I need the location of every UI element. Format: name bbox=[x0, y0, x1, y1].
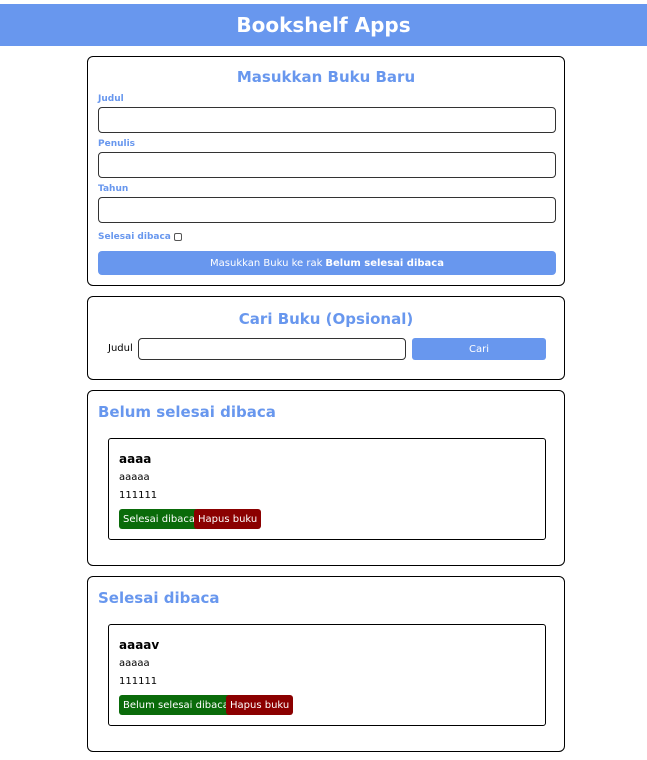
app-title: Bookshelf Apps bbox=[236, 13, 411, 37]
app-header: Bookshelf Apps bbox=[0, 4, 647, 46]
book-item: aaaa aaaaa 111111 Selesai dibaca Hapus b… bbox=[108, 438, 546, 540]
search-book-card: Cari Buku (Opsional) Judul Cari bbox=[87, 296, 565, 380]
tahun-label: Tahun bbox=[98, 184, 129, 194]
judul-input[interactable] bbox=[98, 107, 556, 133]
book-item: aaaav aaaaa 111111 Belum selesai dibaca … bbox=[108, 624, 546, 726]
search-judul-label: Judul bbox=[108, 343, 133, 354]
mark-incomplete-button[interactable]: Belum selesai dibaca bbox=[119, 695, 233, 715]
search-button[interactable]: Cari bbox=[412, 338, 546, 360]
delete-book-button[interactable]: Hapus buku bbox=[194, 509, 262, 529]
selesai-dibaca-label: Selesai dibaca bbox=[98, 232, 171, 242]
input-book-card: Masukkan Buku Baru Judul Penulis Tahun S… bbox=[87, 56, 565, 286]
submit-book-button[interactable]: Masukkan Buku ke rak Belum selesai dibac… bbox=[98, 251, 556, 275]
book-year: 111111 bbox=[119, 490, 158, 501]
input-form-title: Masukkan Buku Baru bbox=[236, 68, 416, 86]
delete-book-button[interactable]: Hapus buku bbox=[226, 695, 294, 715]
penulis-input[interactable] bbox=[98, 152, 556, 178]
book-title: aaaa bbox=[119, 452, 152, 466]
mark-complete-button[interactable]: Selesai dibaca bbox=[119, 509, 199, 529]
book-author: aaaaa bbox=[119, 472, 150, 483]
search-title: Cari Buku (Opsional) bbox=[238, 310, 414, 328]
search-input[interactable] bbox=[138, 338, 406, 360]
book-author: aaaaa bbox=[119, 658, 150, 669]
submit-prefix-text: Masukkan Buku ke rak bbox=[210, 257, 323, 269]
submit-shelf-text: Belum selesai dibaca bbox=[325, 257, 444, 269]
book-year: 111111 bbox=[119, 676, 158, 687]
incomplete-shelf-card: Belum selesai dibaca aaaa aaaaa 111111 S… bbox=[87, 390, 565, 566]
complete-shelf-card: Selesai dibaca aaaav aaaaa 111111 Belum … bbox=[87, 576, 565, 752]
incomplete-shelf-title: Belum selesai dibaca bbox=[98, 403, 276, 421]
selesai-dibaca-checkbox[interactable] bbox=[174, 233, 182, 241]
complete-shelf-title: Selesai dibaca bbox=[98, 589, 220, 607]
judul-label: Judul bbox=[98, 94, 124, 104]
penulis-label: Penulis bbox=[98, 139, 136, 149]
book-title: aaaav bbox=[119, 638, 160, 652]
tahun-input[interactable] bbox=[98, 197, 556, 223]
